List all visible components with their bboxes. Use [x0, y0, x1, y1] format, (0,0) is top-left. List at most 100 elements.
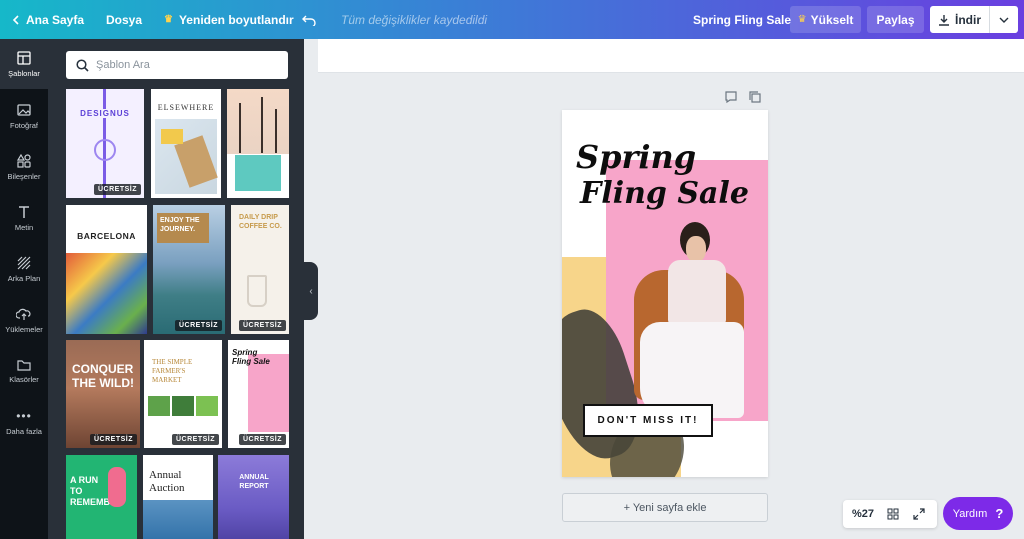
template-photo: [172, 396, 194, 416]
template-photo: [196, 396, 218, 416]
rail-label: Klasörler: [9, 374, 39, 384]
download-main[interactable]: İndir: [930, 6, 990, 33]
template-shape: [161, 129, 183, 144]
design-page[interactable]: Spring Fling Sale DON'T MISS IT!: [562, 110, 768, 477]
search-icon: [76, 58, 89, 72]
rail-item-elements[interactable]: Bileşenler: [0, 142, 48, 192]
rail-label: Daha fazla: [6, 426, 42, 436]
zoom-level[interactable]: %27: [843, 508, 883, 520]
left-rail: Şablonlar Fotoğraf Bileşenler Metin Arka…: [0, 39, 48, 539]
help-button[interactable]: Yardım ?: [943, 497, 1013, 530]
template-title: DAILY DRIP COFFEE CO.: [239, 214, 282, 230]
resize-label: Yeniden boyutlandır: [178, 12, 294, 27]
badge-free: ÜCRETSİZ: [90, 434, 137, 445]
home-button[interactable]: Ana Sayfa: [12, 0, 84, 39]
more-icon: •••: [16, 408, 32, 423]
rail-item-folders[interactable]: Klasörler: [0, 346, 48, 396]
crown-icon: ♛: [164, 14, 173, 25]
template-title: CONQUER THE WILD!: [72, 362, 134, 390]
chevron-left-icon: ‹: [309, 285, 313, 297]
template-enjoy-journey[interactable]: ENJOY THE JOURNEY. ÜCRETSİZ: [153, 205, 225, 334]
text-icon: [19, 205, 29, 218]
template-spring-fling[interactable]: Spring Fling Sale ÜCRETSİZ: [228, 340, 289, 448]
download-button[interactable]: İndir: [930, 6, 1018, 33]
template-daily-drip[interactable]: DAILY DRIP COFFEE CO. ÜCRETSİZ: [231, 205, 289, 334]
elements-icon: [17, 153, 31, 168]
question-icon: ?: [995, 506, 1004, 521]
rail-label: Arka Plan: [7, 273, 41, 283]
rail-item-more[interactable]: ••• Daha fazla: [0, 397, 48, 447]
undo-icon: [302, 15, 316, 26]
template-title: ELSEWHERE: [157, 103, 215, 112]
template-circle: [94, 139, 116, 161]
headline-line-1[interactable]: Spring: [576, 138, 696, 176]
template-palms[interactable]: [227, 89, 289, 198]
grid-view-icon[interactable]: [887, 508, 899, 520]
file-menu[interactable]: Dosya: [106, 0, 142, 39]
rail-label: Metin: [14, 222, 34, 232]
upgrade-button[interactable]: ♛ Yükselt: [790, 6, 861, 33]
fullscreen-icon[interactable]: [913, 508, 925, 520]
download-icon: [939, 14, 949, 26]
add-page-button[interactable]: + Yeni sayfa ekle: [562, 493, 768, 522]
template-cup: [247, 275, 267, 307]
cta-label: DON'T MISS IT!: [597, 415, 699, 426]
template-panel: Şablon Ara DESIGNUS ÜCRETSİZ ELSEWHERE B…: [48, 39, 304, 539]
template-title: THE SIMPLE FARMER'S MARKET: [152, 358, 193, 384]
badge-free: ÜCRETSİZ: [239, 434, 286, 445]
badge-free: ÜCRETSİZ: [94, 184, 141, 195]
template-title: ANNUAL REPORT: [239, 474, 269, 490]
crown-icon: ♛: [797, 14, 807, 25]
share-button[interactable]: Paylaş: [867, 6, 924, 33]
undo-button[interactable]: [302, 0, 316, 39]
model-top: [668, 260, 726, 324]
file-label: Dosya: [106, 12, 143, 27]
zoom-control: %27: [843, 500, 937, 528]
template-photo: [66, 253, 147, 334]
comment-icon[interactable]: [724, 90, 738, 104]
chevron-left-icon: [12, 14, 19, 25]
template-title: DESIGNUS: [66, 109, 144, 118]
document-title[interactable]: Spring Fling Sale: [693, 0, 791, 39]
template-search[interactable]: Şablon Ara: [66, 51, 288, 79]
duplicate-icon[interactable]: [748, 90, 762, 104]
template-title: Annual Auction: [149, 469, 185, 494]
editor-toolbar: [318, 39, 1024, 73]
rail-item-text[interactable]: Metin: [0, 193, 48, 243]
rail-item-templates[interactable]: Şablonlar: [0, 39, 48, 89]
template-conquer-wild[interactable]: CONQUER THE WILD! ÜCRETSİZ: [66, 340, 140, 448]
folder-icon: [17, 359, 31, 371]
rail-label: Yüklemeler: [5, 324, 43, 334]
upload-icon: [16, 308, 31, 320]
template-annual-report[interactable]: ANNUAL REPORT: [218, 455, 289, 539]
photo-icon: [17, 103, 31, 116]
top-bar: Ana Sayfa Dosya ♛ Yeniden boyutlandır Tü…: [0, 0, 1024, 39]
rail-label: Fotoğraf: [10, 120, 38, 130]
template-farmers-market[interactable]: THE SIMPLE FARMER'S MARKET ÜCRETSİZ: [144, 340, 222, 448]
rail-item-uploads[interactable]: Yüklemeler: [0, 295, 48, 345]
template-barcelona[interactable]: BARCELONA: [66, 205, 147, 334]
home-label: Ana Sayfa: [26, 12, 85, 27]
panel-collapse-button[interactable]: ‹: [304, 262, 318, 320]
download-label: İndir: [955, 12, 981, 27]
template-designus[interactable]: DESIGNUS ÜCRETSİZ: [66, 89, 144, 198]
template-run-to-remember[interactable]: A RUN TO REMEMBER: [66, 455, 137, 539]
template-runner: [108, 467, 126, 507]
template-palm: [261, 97, 263, 153]
cta-box[interactable]: DON'T MISS IT!: [583, 404, 713, 437]
template-elsewhere[interactable]: ELSEWHERE: [151, 89, 221, 198]
rail-label: Şablonlar: [8, 68, 40, 78]
headline-line-2[interactable]: Fling Sale: [580, 176, 749, 211]
template-annual-auction[interactable]: Annual Auction: [143, 455, 213, 539]
resize-button[interactable]: ♛ Yeniden boyutlandır: [164, 0, 294, 39]
template-palm: [239, 103, 241, 153]
template-title: ENJOY THE JOURNEY.: [160, 217, 200, 233]
chevron-down-icon: [999, 17, 1009, 23]
template-title: Spring Fling Sale: [232, 348, 270, 366]
template-band: [235, 155, 281, 191]
template-photo: [148, 396, 170, 416]
rail-item-background[interactable]: Arka Plan: [0, 244, 48, 294]
download-options-button[interactable]: [990, 6, 1018, 33]
page-tools: [724, 90, 762, 104]
rail-item-photos[interactable]: Fotoğraf: [0, 91, 48, 141]
